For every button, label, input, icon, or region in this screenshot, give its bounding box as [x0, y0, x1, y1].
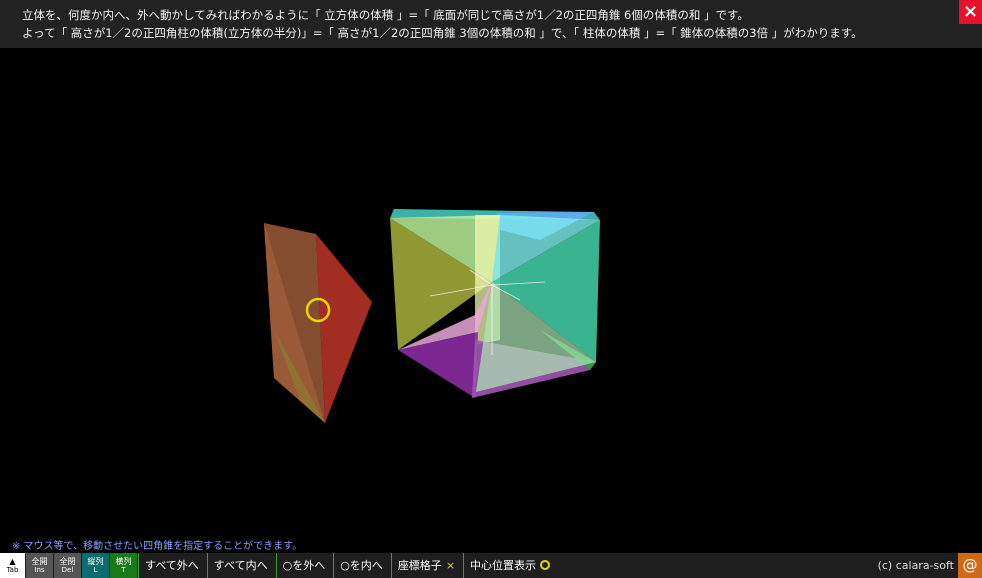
triangle-up-icon: ▲ — [9, 556, 16, 566]
bottom-toolbar: ▲ Tab 全開 Ins 全閉 Del 縦列 L 横列 T すべて外へ すべて内… — [0, 553, 982, 578]
pyramid-face-right-top — [316, 234, 372, 423]
copyright: (c) calara-soft — [877, 559, 954, 572]
cube-assembly[interactable] — [390, 209, 600, 398]
detached-pyramid[interactable] — [264, 223, 372, 423]
pyramid-bottom-purple — [398, 332, 478, 398]
mouse-hint: ※ マウス等で、移動させたい四角錐を指定することができます。 — [12, 541, 303, 552]
center-display-toggle[interactable]: 中心位置表示 — [463, 553, 558, 578]
circle-in-button[interactable]: ○を内へ — [333, 553, 391, 578]
horizontal-layout-button[interactable]: 横列 T — [110, 553, 137, 578]
instruction-header: 立体を、何度か内へ、外へ動かしてみればわかるように「 立方体の体積 」=「 底面… — [0, 0, 982, 48]
close-icon: × — [962, 1, 979, 22]
all-open-button[interactable]: 全開 Ins — [26, 553, 53, 578]
cross-icon: × — [445, 559, 456, 572]
vertical-layout-button[interactable]: 縦列 L — [82, 553, 109, 578]
all-in-button[interactable]: すべて内へ — [206, 553, 276, 578]
pyramid-face-front — [264, 223, 325, 423]
close-button[interactable]: × — [959, 0, 982, 24]
instruction-line-1: 立体を、何度か内へ、外へ動かしてみればわかるように「 立方体の体積 」=「 底面… — [22, 8, 749, 22]
all-out-button[interactable]: すべて外へ — [138, 553, 207, 578]
grid-toggle[interactable]: 座標格子 × — [390, 553, 463, 578]
tab-button[interactable]: ▲ Tab — [0, 553, 25, 578]
instruction-line-2: よって「 高さが1／2の正四角柱の体積(立方体の半分)」=「 高さが1／2の正四… — [22, 26, 863, 40]
at-icon: @ — [962, 556, 978, 574]
circle-icon — [540, 560, 551, 570]
circle-out-button[interactable]: ○を外へ — [275, 553, 334, 578]
3d-scene-canvas[interactable] — [0, 48, 982, 553]
all-close-button[interactable]: 全閉 Del — [54, 553, 81, 578]
at-button[interactable]: @ — [958, 553, 982, 578]
